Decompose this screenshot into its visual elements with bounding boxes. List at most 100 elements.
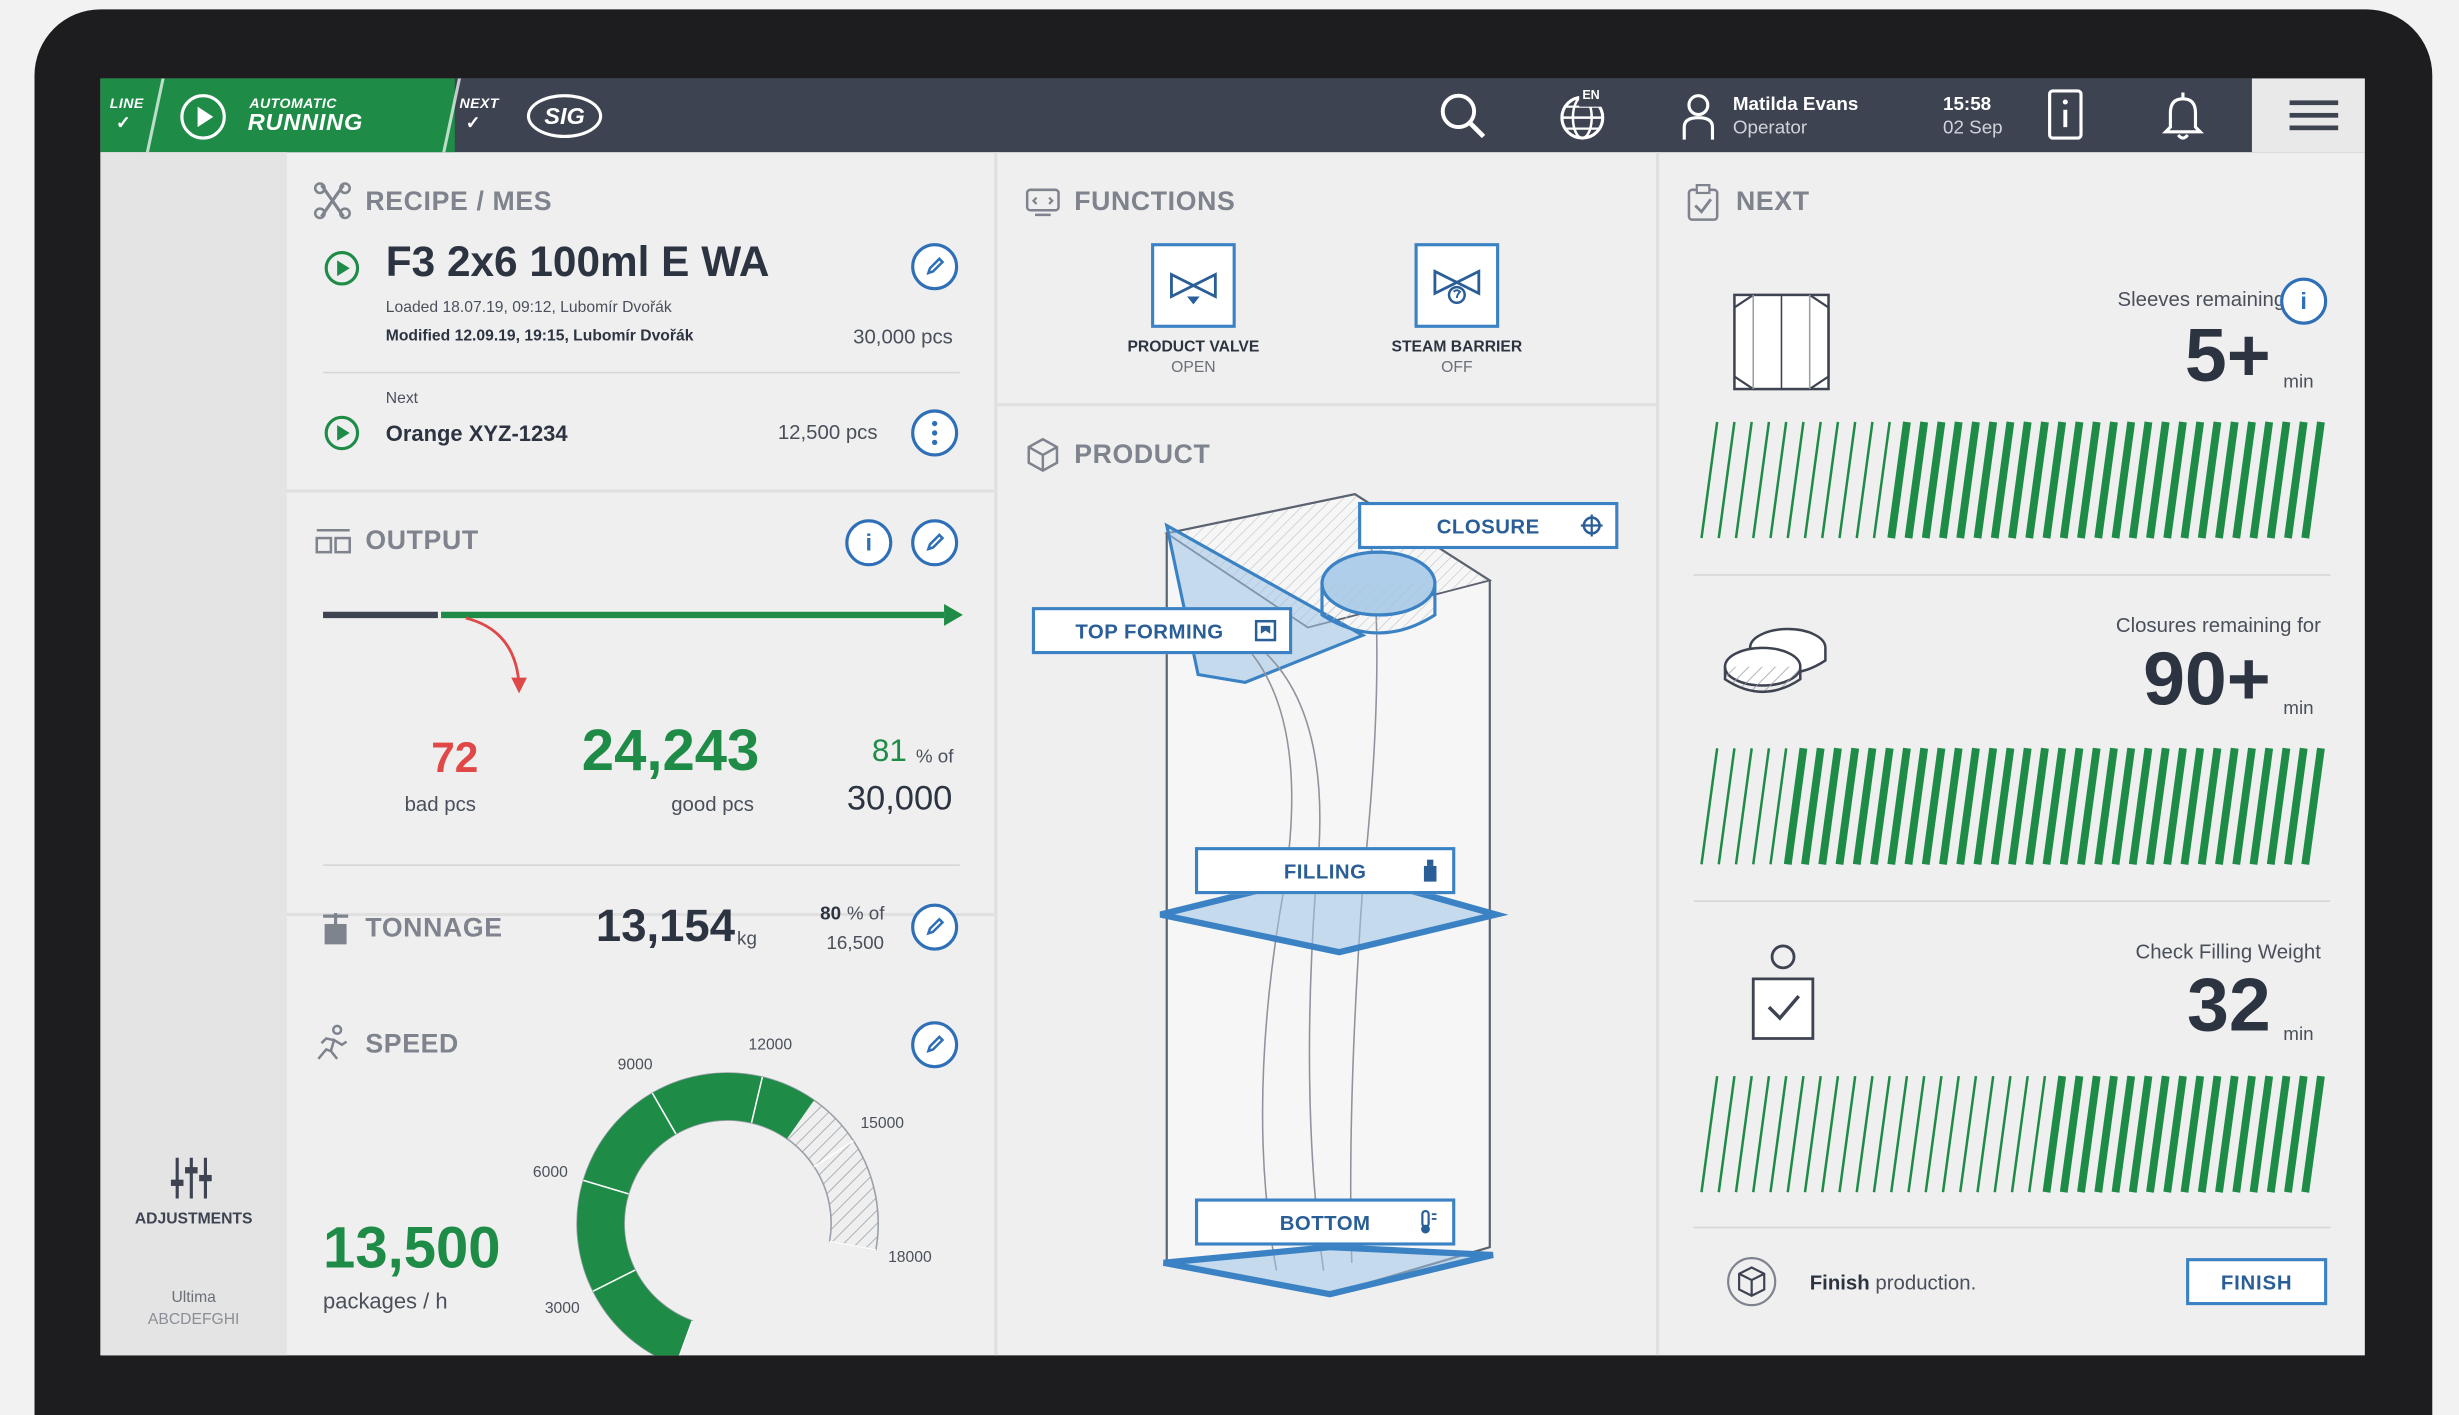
- output-percent-suffix: % of: [915, 745, 954, 768]
- consumed-stripe: [1700, 421, 1719, 539]
- filling-callout[interactable]: FILLING: [1194, 847, 1456, 895]
- output-title: OUTPUT: [365, 525, 479, 556]
- consumed-stripe: [1993, 1075, 2012, 1193]
- bad-label: bad pcs: [404, 792, 477, 816]
- remaining-stripe: [2215, 421, 2239, 539]
- remaining-stripe: [1887, 421, 1911, 539]
- remaining-stripe: [1921, 747, 1946, 865]
- remaining-stripe: [2284, 421, 2308, 539]
- edit-recipe-button[interactable]: [911, 243, 959, 291]
- edit-output-button[interactable]: [911, 519, 959, 567]
- consumed-stripe: [2010, 1075, 2029, 1193]
- crosshair-icon: [1580, 514, 1603, 537]
- remaining-stripe: [2249, 421, 2274, 539]
- adjustments-icon[interactable]: [168, 1155, 215, 1210]
- app-screen: LINE ✓ AUTOMATIC RUNNING NEXT ✓ SIG EN M…: [100, 78, 2365, 1356]
- next-label: NEXT: [459, 95, 500, 112]
- remaining-stripe: [2232, 747, 2256, 865]
- remaining-stripe: [2180, 747, 2205, 865]
- closure-callout[interactable]: CLOSURE: [1358, 501, 1619, 550]
- weight-check-icon: [1747, 941, 1819, 1052]
- remaining-stripe: [2042, 747, 2067, 865]
- consumed-stripe: [1734, 1075, 1753, 1193]
- closure-label: CLOSURE: [1436, 513, 1540, 538]
- edit-tonnage-button[interactable]: [911, 903, 959, 951]
- remaining-stripe: [1904, 421, 1929, 539]
- remaining-stripe: [2232, 1075, 2256, 1193]
- output-info-button[interactable]: i: [845, 519, 893, 567]
- remaining-stripe: [2249, 1075, 2274, 1193]
- next-recipe-more-button[interactable]: [911, 409, 959, 457]
- speed-gauge: 0300060009000120001500018000: [533, 1037, 932, 1356]
- finish-text: Finish production.: [1809, 1270, 1977, 1295]
- consumed-stripe: [1838, 421, 1857, 539]
- remaining-stripe: [2059, 421, 2084, 539]
- top-forming-label: TOP FORMING: [1075, 618, 1224, 643]
- info-book-icon[interactable]: [2042, 78, 2089, 152]
- closures-remaining-bar: [1700, 747, 2325, 865]
- checklist-icon: [1686, 184, 1721, 229]
- finish-button[interactable]: FINISH: [2186, 1258, 2328, 1306]
- remaining-stripe: [1887, 747, 1911, 865]
- remaining-stripe: [1904, 747, 1929, 865]
- tonnage-percent: 80: [820, 902, 842, 924]
- consumed-stripe: [1752, 1075, 1771, 1193]
- remaining-stripe: [1956, 421, 1980, 539]
- sig-logo: SIG: [526, 94, 603, 139]
- product-valve-state: OPEN: [1171, 359, 1216, 377]
- consumed-stripe: [1752, 748, 1771, 865]
- product-valve-toggle[interactable]: [1151, 243, 1236, 328]
- remaining-stripe: [1818, 747, 1842, 865]
- remaining-stripe: [2163, 1075, 2187, 1193]
- consumed-stripe: [1924, 1075, 1943, 1193]
- tonnage-value: 13,154: [595, 902, 736, 953]
- bottom-label: BOTTOM: [1279, 1210, 1371, 1234]
- remaining-stripe: [2025, 747, 2049, 865]
- output-target: 30,000: [846, 778, 953, 818]
- tonnage-unit: kg: [737, 927, 757, 950]
- remaining-stripe: [1956, 747, 1980, 865]
- consumed-stripe: [1803, 1075, 1822, 1193]
- user-icon[interactable]: [1675, 78, 1722, 152]
- filling-weight-unit: min: [2283, 1022, 2314, 1045]
- consumed-stripe: [1821, 421, 1840, 539]
- steam-barrier-toggle[interactable]: [1414, 243, 1500, 328]
- remaining-stripe: [2266, 1075, 2291, 1193]
- consumed-stripe: [1855, 1075, 1874, 1193]
- consumed-stripe: [1872, 421, 1891, 539]
- bad-arrow: [465, 616, 521, 686]
- search-icon[interactable]: [1433, 78, 1493, 152]
- remaining-stripe: [2284, 747, 2308, 865]
- sleeves-info-button[interactable]: i: [2280, 277, 2328, 325]
- consumed-stripe: [1941, 1075, 1960, 1193]
- remaining-stripe: [2180, 421, 2205, 539]
- remaining-stripe: [2111, 1075, 2136, 1193]
- user-role: Operator: [1732, 116, 1808, 139]
- sleeves-remaining-bar: [1700, 421, 2325, 539]
- next-recipe-play-icon[interactable]: [323, 414, 361, 459]
- remaining-stripe: [2128, 1075, 2153, 1193]
- consumed-stripe: [1786, 421, 1805, 539]
- top-forming-callout[interactable]: TOP FORMING: [1031, 607, 1293, 655]
- menu-icon[interactable]: [2251, 78, 2365, 153]
- bell-icon[interactable]: [2159, 78, 2206, 152]
- sleeves-label: Sleeves remaining for: [2117, 287, 2315, 311]
- bottom-callout[interactable]: BOTTOM: [1194, 1198, 1456, 1246]
- remaining-stripe: [2197, 1075, 2222, 1193]
- recipe-play-icon[interactable]: [323, 249, 361, 294]
- bottle-icon: [1423, 859, 1437, 882]
- adjustments-label[interactable]: ADJUSTMENTS: [100, 1211, 287, 1228]
- remaining-stripe: [2301, 747, 2325, 865]
- functions-icon: [1025, 187, 1061, 226]
- language-code: EN: [1582, 87, 1600, 102]
- steam-barrier-icon: [1433, 269, 1481, 305]
- remaining-stripe: [2008, 421, 2032, 539]
- remaining-stripe: [1921, 421, 1946, 539]
- line-label: LINE: [109, 95, 144, 112]
- closures-value: 90+: [2143, 638, 2271, 722]
- gauge-fill: [577, 1072, 814, 1356]
- remaining-stripe: [1852, 747, 1877, 865]
- product-valve-label: PRODUCT VALVE: [1127, 338, 1260, 357]
- tonnage-icon: [318, 911, 353, 953]
- package-icon: [1024, 436, 1062, 481]
